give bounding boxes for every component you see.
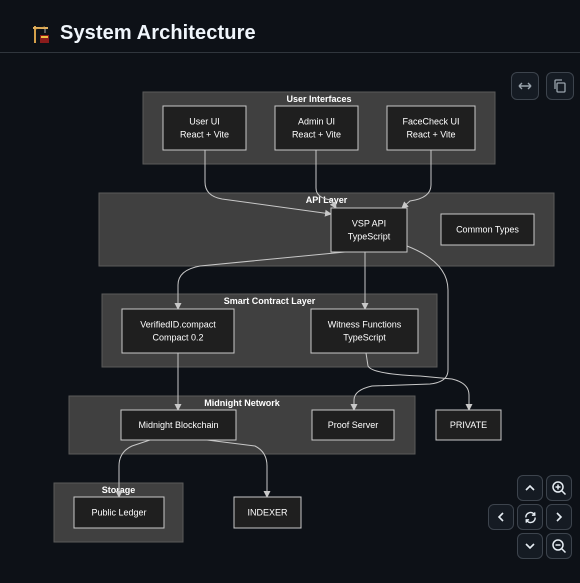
node-label: React + Vite (180, 130, 229, 140)
cluster-label: API Layer (306, 195, 348, 205)
node-witness[interactable]: Witness Functions TypeScript (310, 308, 419, 354)
reset-button[interactable] (517, 504, 543, 530)
node-label: Common Types (456, 225, 519, 235)
node-label: TypeScript (343, 333, 386, 343)
node-blockchain[interactable]: Midnight Blockchain (120, 409, 237, 441)
chevron-down-icon (525, 543, 535, 550)
node-label: Admin UI (298, 117, 335, 127)
cluster-label: Smart Contract Layer (224, 296, 316, 306)
node-private[interactable]: PRIVATE (435, 409, 502, 441)
node-verifiedid[interactable]: VerifiedID.compact Compact 0.2 (121, 308, 235, 354)
chevron-right-icon (556, 512, 563, 522)
node-indexer[interactable]: INDEXER (233, 496, 302, 529)
pan-down-button[interactable] (517, 533, 543, 559)
cluster-label: Midnight Network (204, 398, 280, 408)
node-label: INDEXER (247, 508, 288, 518)
node-admin_ui[interactable]: Admin UI React + Vite (274, 105, 359, 151)
chevron-left-icon (497, 512, 504, 522)
architecture-diagram: User Interfaces API Layer Smart Contract L… (53, 91, 555, 543)
pan-left-button[interactable] (488, 504, 514, 530)
chevron-up-icon (525, 484, 535, 491)
node-label: React + Vite (406, 130, 455, 140)
node-label: TypeScript (348, 232, 391, 242)
node-label: Midnight Blockchain (138, 420, 218, 430)
node-user_ui[interactable]: User UI React + Vite (162, 105, 247, 151)
node-label: VSP API (352, 219, 386, 229)
cluster-label: User Interfaces (286, 94, 351, 104)
node-proof_server[interactable]: Proof Server (311, 409, 395, 441)
node-public_ledger[interactable]: Public Ledger (73, 496, 165, 529)
node-label: User UI (189, 117, 220, 127)
node-label: Public Ledger (91, 508, 146, 518)
node-facecheck_ui[interactable]: FaceCheck UI React + Vite (386, 105, 476, 151)
node-label: React + Vite (292, 130, 341, 140)
node-label: Compact 0.2 (152, 333, 203, 343)
node-label: Proof Server (328, 420, 379, 430)
zoom-in-button[interactable] (546, 475, 572, 501)
node-label: FaceCheck UI (402, 117, 459, 127)
node-vsp_api[interactable]: VSP API TypeScript (330, 207, 408, 253)
zoom-in-icon (552, 481, 567, 496)
pan-up-button[interactable] (517, 475, 543, 501)
node-common_types[interactable]: Common Types (440, 213, 535, 246)
node-label: Witness Functions (328, 320, 402, 330)
node-label: PRIVATE (450, 420, 487, 430)
reset-icon (524, 511, 536, 523)
node-label: VerifiedID.compact (140, 320, 216, 330)
zoom-out-icon (552, 539, 567, 554)
pan-right-button[interactable] (546, 504, 572, 530)
zoom-out-button[interactable] (546, 533, 572, 559)
